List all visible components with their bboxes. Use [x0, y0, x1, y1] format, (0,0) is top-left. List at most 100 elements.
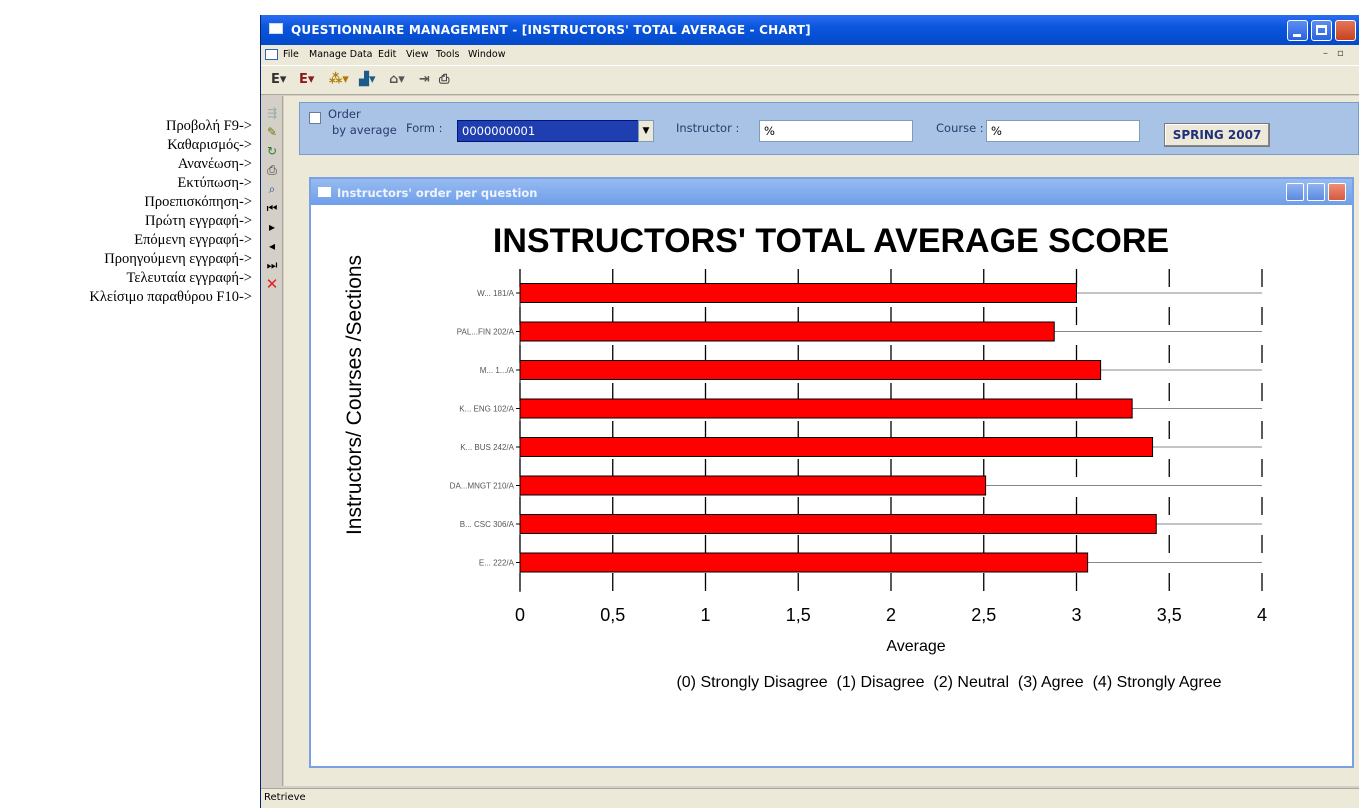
- annotation-next-record: Επόμενη εγγραφή->: [134, 232, 252, 248]
- x-tick-label: 2,5: [971, 605, 996, 625]
- bar: [519, 283, 1077, 303]
- x-tick-label: 2: [886, 605, 896, 625]
- order-label: Order: [328, 107, 361, 121]
- semester-button[interactable]: SPRING 2007: [1164, 123, 1270, 147]
- order-label-2: by average: [332, 123, 397, 137]
- annotation-view: Προβολή F9->: [165, 118, 252, 134]
- print-icon[interactable]: ⎙: [265, 163, 279, 177]
- annotation-print: Εκτύπωση->: [177, 175, 252, 191]
- chart-window: Instructors' order per question INSTRUCT…: [309, 177, 1354, 768]
- course-input[interactable]: %: [986, 120, 1140, 142]
- x-tick-label: 4: [1257, 605, 1267, 625]
- minimize-button[interactable]: [1287, 20, 1308, 41]
- status-text: Retrieve: [264, 792, 306, 803]
- category-label: PAL...FIN 202/A: [457, 328, 515, 337]
- form-edit-icon[interactable]: E▾: [299, 72, 314, 90]
- form-icon[interactable]: E▾: [271, 72, 286, 90]
- form-select[interactable]: 0000000001 ▼: [457, 120, 654, 142]
- annotation-clear: Καθαρισμός->: [167, 137, 252, 153]
- bar: [519, 514, 1157, 534]
- bar: [519, 360, 1102, 380]
- annotation-last-record: Τελευταία εγγραφή->: [126, 270, 253, 286]
- x-tick-labels: 0 0,5 1 1,5 2 2,5 3 3,5 4: [515, 605, 1267, 625]
- category-label: K... ENG 102/A: [459, 405, 514, 414]
- menu-manage-data[interactable]: Manage Data: [309, 49, 372, 60]
- people-icon[interactable]: ⁂▾: [329, 72, 349, 90]
- bar: [519, 321, 1055, 342]
- grid-layer: [516, 269, 1263, 592]
- app-icon: [269, 23, 283, 34]
- window-title: QUESTIONNAIRE MANAGEMENT - [INSTRUCTORS'…: [291, 23, 811, 37]
- document-icon[interactable]: [265, 49, 278, 60]
- bar: [519, 398, 1133, 419]
- status-bar: Retrieve: [261, 788, 1359, 808]
- x-tick-label: 3,5: [1157, 605, 1182, 625]
- chart-close-button[interactable]: [1328, 183, 1346, 201]
- previous-record-icon[interactable]: ◂: [265, 239, 279, 253]
- chart-window-title-bar[interactable]: Instructors' order per question: [311, 179, 1352, 205]
- app-window: QUESTIONNAIRE MANAGEMENT - [INSTRUCTORS'…: [260, 15, 1359, 808]
- category-label: DA...MNGT 210/A: [450, 482, 515, 491]
- order-by-average-checkbox[interactable]: [309, 112, 321, 124]
- chart-icon[interactable]: ▟▾: [359, 72, 376, 90]
- instructor-input[interactable]: %: [759, 120, 913, 142]
- instructor-value: %: [764, 124, 775, 138]
- category-label: M... 1.../A: [480, 366, 515, 375]
- chart-x-axis-label: Average: [886, 638, 945, 655]
- chart-window-icon: [318, 187, 331, 197]
- vertical-toolbar: ⇶ ✎ ↻ ⎙ ⌕ ⏮ ▸ ◂ ⏭ ✕: [261, 96, 283, 786]
- first-record-icon[interactable]: ⏮: [265, 201, 279, 215]
- close-window-icon[interactable]: ✕: [265, 277, 279, 292]
- category-label: B... CSC 306/A: [460, 520, 515, 529]
- category-label: E... 222/A: [479, 559, 515, 568]
- annotation-close-window: Κλείσιμο παραθύρου F10->: [89, 289, 252, 305]
- form-label: Form :: [406, 121, 443, 135]
- view-icon[interactable]: ⇶: [265, 106, 279, 120]
- x-tick-label: 0: [515, 605, 525, 625]
- annotation-first-record: Πρώτη εγγραφή->: [145, 213, 252, 229]
- chart-minimize-button[interactable]: [1286, 183, 1304, 201]
- annotation-previous-record: Προηγούμενη εγγραφή->: [104, 251, 252, 267]
- exit-icon[interactable]: ⇥: [419, 72, 430, 90]
- bar-layer: [519, 283, 1157, 573]
- bar: [519, 475, 987, 496]
- building-icon[interactable]: ⌂▾: [389, 72, 405, 90]
- next-record-icon[interactable]: ▸: [265, 220, 279, 234]
- chart-window-title: Instructors' order per question: [337, 186, 538, 200]
- maximize-button[interactable]: [1311, 20, 1332, 41]
- annotation-preview: Προεπισκόπηση->: [144, 194, 252, 210]
- menu-edit[interactable]: Edit: [378, 49, 396, 60]
- x-tick-label: 1,5: [786, 605, 811, 625]
- menu-view[interactable]: View: [406, 49, 429, 60]
- mdi-restore-icon[interactable]: ▫: [1337, 48, 1344, 59]
- menu-window[interactable]: Window: [468, 49, 505, 60]
- instructor-label: Instructor :: [676, 121, 740, 135]
- x-tick-label: 3: [1071, 605, 1081, 625]
- refresh-icon[interactable]: ↻: [265, 144, 279, 158]
- last-record-icon[interactable]: ⏭: [265, 258, 279, 272]
- category-labels: W... 181/A PAL...FIN 202/A M... 1.../A K...…: [450, 289, 515, 568]
- preview-icon[interactable]: ⌕: [265, 182, 279, 196]
- category-label: W... 181/A: [477, 289, 515, 298]
- filter-bar: Order by average Form : 0000000001 ▼ Ins…: [299, 102, 1359, 155]
- menu-file[interactable]: File: [283, 49, 299, 60]
- close-button[interactable]: [1335, 20, 1356, 41]
- annotation-refresh: Ανανέωση->: [177, 156, 252, 172]
- mdi-minimize-icon[interactable]: –: [1323, 48, 1328, 59]
- chevron-down-icon[interactable]: ▼: [638, 120, 654, 142]
- chart-maximize-button[interactable]: [1307, 183, 1325, 201]
- bar-chart: INSTRUCTORS' TOTAL AVERAGE SCORE Instruc…: [343, 222, 1267, 691]
- chart-title: INSTRUCTORS' TOTAL AVERAGE SCORE: [493, 222, 1169, 260]
- x-tick-label: 1: [700, 605, 710, 625]
- bar: [519, 552, 1089, 573]
- course-label: Course :: [936, 121, 984, 135]
- course-value: %: [991, 124, 1002, 138]
- menu-tools[interactable]: Tools: [436, 49, 459, 60]
- workspace: Order by average Form : 0000000001 ▼ Ins…: [284, 96, 1359, 786]
- title-bar[interactable]: QUESTIONNAIRE MANAGEMENT - [INSTRUCTORS'…: [261, 15, 1359, 45]
- toolbar: E▾ E▾ ⁂▾ ▟▾ ⌂▾ ⇥ ⎙: [261, 65, 1359, 95]
- print-icon[interactable]: ⎙: [439, 72, 449, 90]
- chart-y-axis-label: Instructors/ Courses /Sections: [343, 255, 366, 535]
- bar: [519, 437, 1154, 457]
- clear-icon[interactable]: ✎: [265, 125, 279, 139]
